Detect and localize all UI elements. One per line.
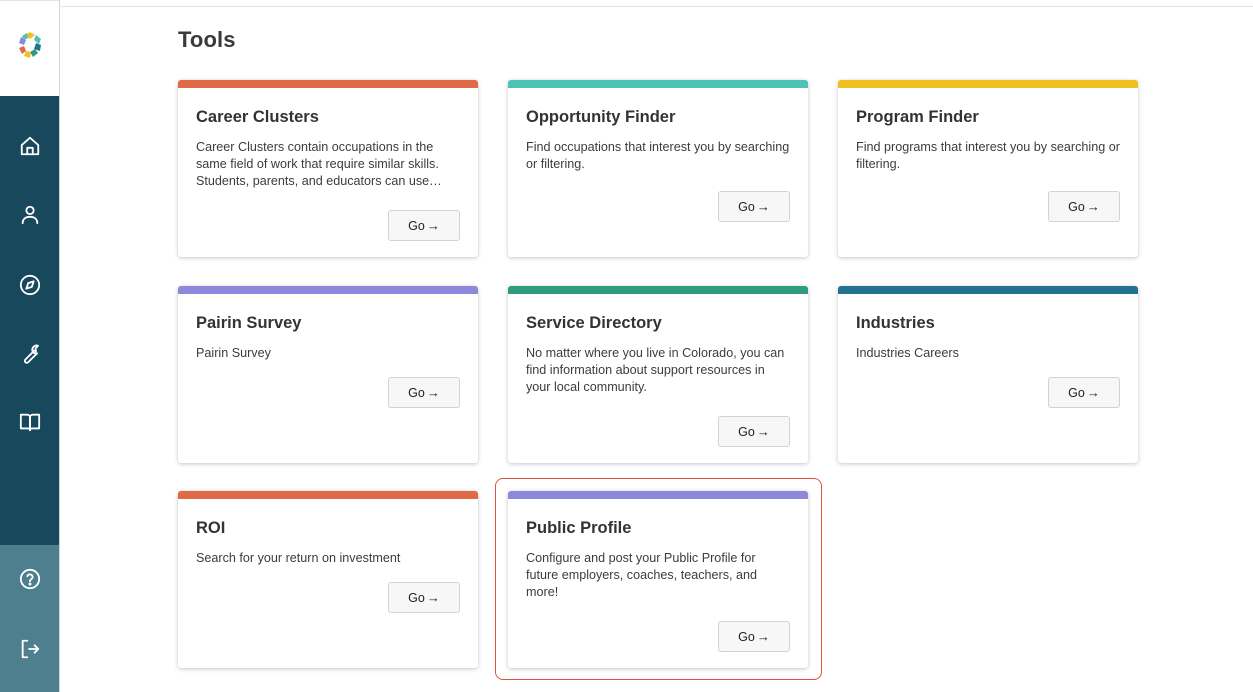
card-description: Industries Careers: [856, 346, 959, 360]
go-button[interactable]: Go →: [1048, 191, 1120, 222]
card-title: Career Clusters: [196, 108, 319, 126]
tool-card-pairin-survey: Pairin Survey Pairin Survey Go →: [178, 286, 478, 463]
user-icon[interactable]: [18, 203, 42, 227]
arrow-right-icon: →: [426, 385, 440, 400]
tool-card-industries: Industries Industries Careers Go →: [838, 286, 1138, 463]
card-title: Program Finder: [856, 108, 979, 126]
home-icon[interactable]: [18, 134, 42, 158]
card-accent-bar: [508, 80, 808, 88]
card-accent-bar: [508, 286, 808, 294]
card-description: Find programs that interest you by searc…: [856, 140, 1120, 171]
go-label: Go: [408, 385, 425, 400]
go-label: Go: [1068, 199, 1085, 214]
arrow-right-icon: →: [1086, 199, 1100, 214]
arrow-right-icon: →: [756, 199, 770, 214]
card-title: Pairin Survey: [196, 314, 302, 332]
logout-icon[interactable]: [18, 637, 42, 661]
wrench-icon[interactable]: [18, 342, 42, 366]
arrow-right-icon: →: [426, 218, 440, 233]
logo[interactable]: [0, 0, 59, 96]
go-button[interactable]: Go →: [718, 621, 790, 652]
go-label: Go: [738, 199, 755, 214]
arrow-right-icon: →: [756, 629, 770, 644]
book-icon[interactable]: [18, 410, 42, 434]
card-accent-bar: [178, 286, 478, 294]
go-button[interactable]: Go →: [718, 416, 790, 447]
card-accent-bar: [178, 80, 478, 88]
tool-card-service-directory: Service Directory No matter where you li…: [508, 286, 808, 463]
card-description: Career Clusters contain occupations in t…: [196, 140, 442, 188]
tool-card-public-profile: Public Profile Configure and post your P…: [508, 491, 808, 668]
go-button[interactable]: Go →: [1048, 377, 1120, 408]
go-button[interactable]: Go →: [388, 582, 460, 613]
go-button[interactable]: Go →: [388, 210, 460, 241]
card-title: Service Directory: [526, 314, 662, 332]
card-title: Industries: [856, 314, 935, 332]
sidebar-footer: [0, 545, 59, 692]
card-description: No matter where you live in Colorado, yo…: [526, 346, 785, 394]
tool-card-roi: ROI Search for your return on investment…: [178, 491, 478, 668]
go-label: Go: [738, 424, 755, 439]
page-title: Tools: [178, 27, 236, 52]
card-accent-bar: [508, 491, 808, 499]
card-accent-bar: [838, 286, 1138, 294]
arrow-right-icon: →: [426, 590, 440, 605]
go-label: Go: [408, 590, 425, 605]
tool-card-program-finder: Program Finder Find programs that intere…: [838, 80, 1138, 257]
card-description: Search for your return on investment: [196, 551, 401, 565]
sidebar: [0, 0, 60, 692]
go-label: Go: [738, 629, 755, 644]
help-icon[interactable]: [18, 567, 42, 591]
card-accent-bar: [178, 491, 478, 499]
compass-icon[interactable]: [18, 273, 42, 297]
card-title: Opportunity Finder: [526, 108, 676, 126]
logo-icon: [19, 32, 41, 58]
go-button[interactable]: Go →: [718, 191, 790, 222]
sidebar-nav: [0, 96, 59, 545]
tool-card-career-clusters: Career Clusters Career Clusters contain …: [178, 80, 478, 257]
tool-card-opportunity-finder: Opportunity Finder Find occupations that…: [508, 80, 808, 257]
card-accent-bar: [838, 80, 1138, 88]
card-title: Public Profile: [526, 519, 632, 537]
arrow-right-icon: →: [756, 424, 770, 439]
arrow-right-icon: →: [1086, 385, 1100, 400]
card-description: Configure and post your Public Profile f…: [526, 551, 758, 599]
go-label: Go: [408, 218, 425, 233]
card-description: Find occupations that interest you by se…: [526, 140, 790, 171]
top-divider: [59, 6, 1253, 7]
card-title: ROI: [196, 519, 226, 537]
go-button[interactable]: Go →: [388, 377, 460, 408]
card-description: Pairin Survey: [196, 346, 271, 360]
go-label: Go: [1068, 385, 1085, 400]
